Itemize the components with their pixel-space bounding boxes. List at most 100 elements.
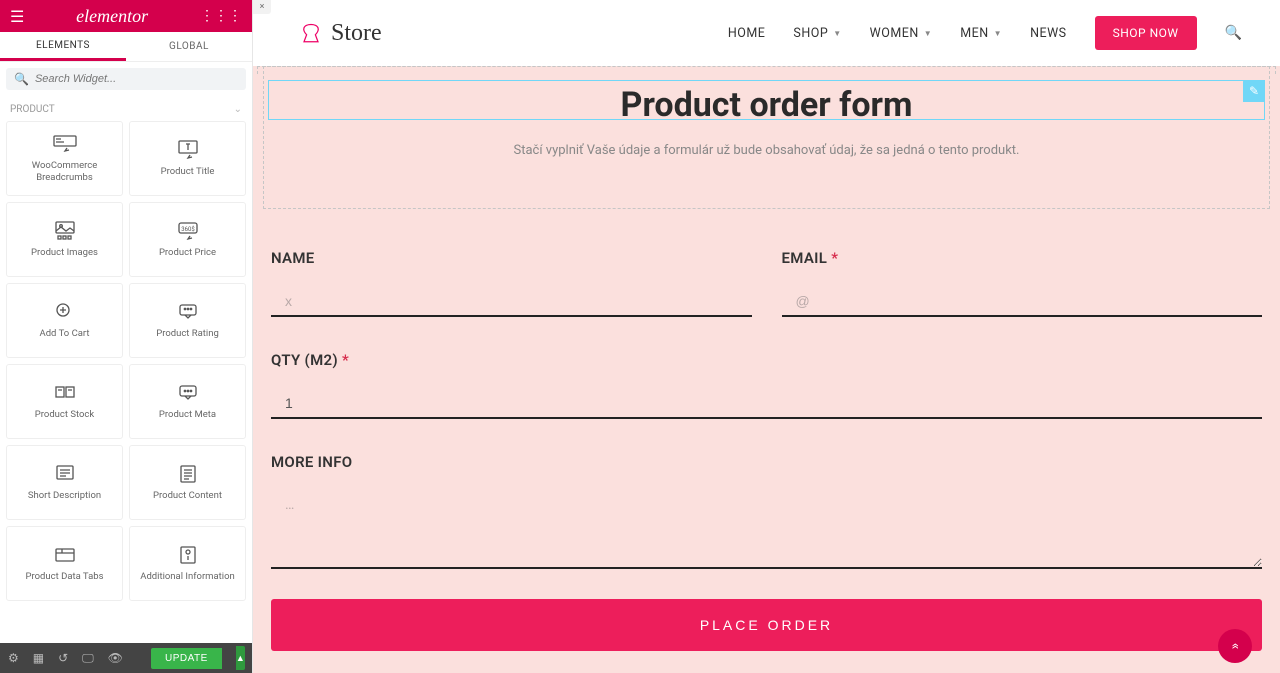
required-marker: * (831, 249, 838, 267)
navigator-icon[interactable]: ▦ (33, 651, 44, 665)
nav-home[interactable]: HOME (728, 26, 766, 41)
svg-text:360$: 360$ (181, 226, 195, 233)
order-form: NAME EMAIL * QTY (M2) * MORE INFO (263, 209, 1270, 661)
nav-news[interactable]: NEWS (1030, 26, 1067, 41)
logo-icon (297, 19, 325, 47)
widgets-list: WooCommerce Breadcrumbs Product Title Pr… (0, 119, 252, 643)
content-icon (176, 464, 200, 484)
settings-icon[interactable]: ⚙ (8, 651, 19, 665)
site-header: Store HOME SHOP▼ WOMEN▼ MEN▼ NEWS SHOP N… (253, 0, 1280, 66)
email-label: EMAIL * (782, 249, 1263, 267)
edit-widget-icon[interactable]: ✎ (1243, 80, 1265, 102)
widget-label: Short Description (24, 490, 105, 501)
site-logo-text: Store (331, 20, 382, 47)
search-icon: 🔍 (14, 72, 29, 86)
widget-product-stock[interactable]: Product Stock (6, 364, 123, 439)
panel-tabs: ELEMENTS GLOBAL (0, 32, 252, 62)
tabs-icon (53, 545, 77, 565)
heading-section[interactable]: ✎ Product order form Stačí vyplniť Vaše … (263, 66, 1270, 209)
short-desc-icon (53, 464, 77, 484)
widget-product-rating[interactable]: Product Rating (129, 283, 246, 358)
rating-icon (176, 302, 200, 322)
nav-women[interactable]: WOMEN▼ (870, 26, 933, 41)
more-info-label: MORE INFO (271, 453, 1262, 471)
site-logo[interactable]: Store (297, 19, 382, 47)
widget-label: Product Title (157, 166, 219, 177)
more-info-textarea[interactable] (271, 491, 1262, 569)
meta-icon (176, 383, 200, 403)
widget-label: Product Images (27, 247, 102, 258)
widget-label: WooCommerce Breadcrumbs (7, 160, 122, 183)
widget-additional-information[interactable]: Additional Information (129, 526, 246, 601)
category-label: PRODUCT (10, 104, 55, 115)
widget-label: Product Stock (31, 409, 98, 420)
widget-product-title[interactable]: Product Title (129, 121, 246, 196)
required-marker: * (342, 351, 349, 369)
place-order-button[interactable]: PLACE ORDER (271, 599, 1262, 651)
preview-canvas[interactable]: × Store HOME SHOP▼ WOMEN▼ MEN▼ NEWS SHOP… (253, 0, 1280, 673)
preview-icon[interactable]: 👁 (108, 651, 123, 665)
category-product[interactable]: PRODUCT ⌄ (0, 96, 252, 119)
widget-label: Product Rating (152, 328, 223, 339)
responsive-icon[interactable]: 🖵 (82, 651, 94, 666)
scroll-to-top-button[interactable]: « (1218, 629, 1252, 663)
editor-panel: ☰ elementor ⋮⋮⋮ ELEMENTS GLOBAL 🔍 PRODUC… (0, 0, 253, 673)
name-input[interactable] (271, 287, 752, 317)
field-qty: QTY (M2) * (271, 351, 1262, 419)
chevron-down-icon: ▼ (994, 29, 1002, 38)
cart-icon (53, 302, 77, 322)
stock-icon (53, 383, 77, 403)
form-subtitle: Stačí vyplniť Vaše údaje a formulár už b… (264, 143, 1269, 158)
history-icon[interactable]: ↺ (58, 651, 68, 665)
panel-footer: ⚙ ▦ ↺ 🖵 👁 UPDATE ▲ (0, 643, 252, 673)
shop-now-button[interactable]: SHOP NOW (1095, 16, 1197, 50)
menu-icon[interactable]: ☰ (10, 7, 24, 26)
page-body: ✎ Product order form Stačí vyplniť Vaše … (253, 66, 1280, 673)
widget-short-description[interactable]: Short Description (6, 445, 123, 520)
widget-product-content[interactable]: Product Content (129, 445, 246, 520)
widget-woocommerce-breadcrumbs[interactable]: WooCommerce Breadcrumbs (6, 121, 123, 196)
apps-icon[interactable]: ⋮⋮⋮ (200, 8, 242, 24)
form-title: Product order form (264, 75, 1269, 125)
widget-label: Product Price (155, 247, 220, 258)
qty-label: QTY (M2) * (271, 351, 1262, 369)
chevron-down-icon: ⌄ (234, 104, 242, 115)
chevron-up-icon: « (1227, 643, 1243, 650)
widget-product-price[interactable]: 360$ Product Price (129, 202, 246, 277)
price-icon: 360$ (176, 221, 200, 241)
search-input[interactable] (35, 73, 238, 85)
widget-product-data-tabs[interactable]: Product Data Tabs (6, 526, 123, 601)
email-input[interactable] (782, 287, 1263, 317)
panel-header: ☰ elementor ⋮⋮⋮ (0, 0, 252, 32)
chevron-down-icon: ▼ (833, 29, 841, 38)
widget-label: Additional Information (136, 571, 239, 582)
nav-shop[interactable]: SHOP▼ (793, 26, 841, 41)
site-nav: HOME SHOP▼ WOMEN▼ MEN▼ NEWS SHOP NOW 🔍 (728, 16, 1242, 50)
widget-label: Add To Cart (36, 328, 94, 339)
widget-label: Product Data Tabs (22, 571, 108, 582)
images-icon (53, 221, 77, 241)
name-label: NAME (271, 249, 752, 267)
field-email: EMAIL * (782, 249, 1263, 317)
widget-product-meta[interactable]: Product Meta (129, 364, 246, 439)
widget-label: Product Meta (155, 409, 220, 420)
widget-search[interactable]: 🔍 (6, 68, 246, 90)
title-icon (176, 140, 200, 160)
update-button[interactable]: UPDATE (151, 648, 222, 669)
info-icon (176, 545, 200, 565)
field-more-info: MORE INFO (271, 453, 1262, 569)
update-caret[interactable]: ▲ (236, 646, 245, 670)
close-icon[interactable]: × (253, 0, 271, 14)
widget-add-to-cart[interactable]: Add To Cart (6, 283, 123, 358)
widget-label: Product Content (149, 490, 226, 501)
elementor-logo: elementor (76, 6, 148, 27)
field-name: NAME (271, 249, 752, 317)
chevron-down-icon: ▼ (924, 29, 932, 38)
tab-global[interactable]: GLOBAL (126, 32, 252, 61)
search-icon[interactable]: 🔍 (1225, 25, 1242, 41)
breadcrumbs-icon (53, 134, 77, 154)
qty-input[interactable] (271, 389, 1262, 419)
nav-men[interactable]: MEN▼ (960, 26, 1002, 41)
tab-elements[interactable]: ELEMENTS (0, 32, 126, 61)
widget-product-images[interactable]: Product Images (6, 202, 123, 277)
